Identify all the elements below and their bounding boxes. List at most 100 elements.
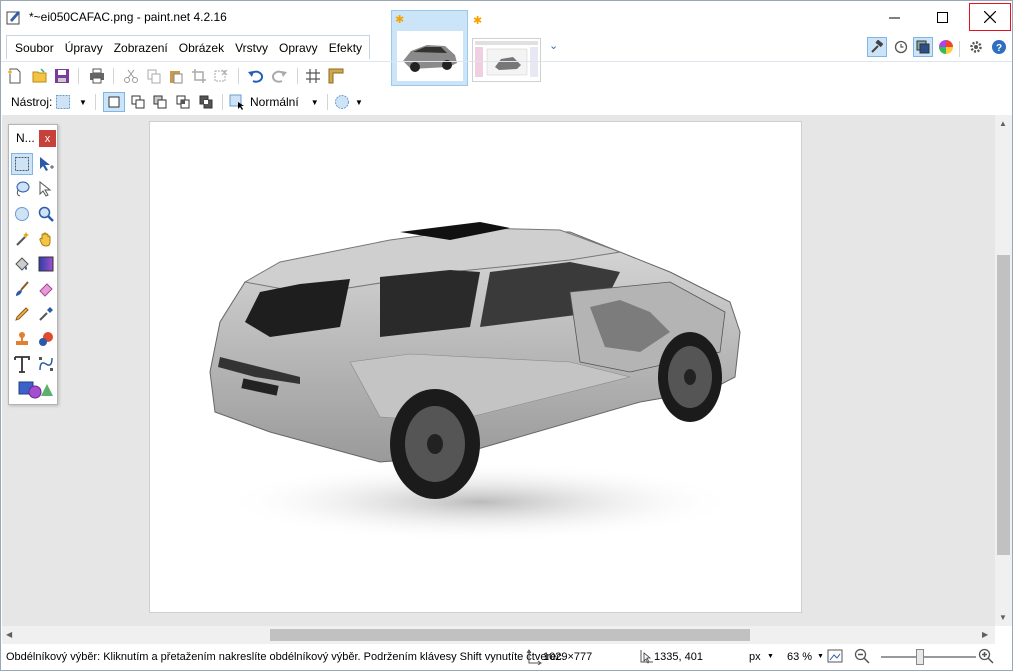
tool-shapes[interactable]	[15, 378, 55, 400]
help-icon: ?	[992, 40, 1006, 54]
colors-icon	[939, 40, 953, 54]
horizontal-scroll-thumb[interactable]	[270, 629, 750, 641]
tool-move-selection[interactable]	[35, 178, 57, 200]
selection-mode-union[interactable]	[127, 92, 149, 112]
selection-mode-exclude[interactable]	[149, 92, 171, 112]
zoom-out-icon[interactable]	[854, 648, 870, 664]
tool-pan[interactable]	[35, 228, 57, 250]
menu-zobrazeni[interactable]: Zobrazení	[110, 37, 172, 59]
tools-window-close-button[interactable]: x	[39, 130, 56, 147]
vertical-scrollbar[interactable]: ▲ ▼	[995, 115, 1012, 626]
tool-selector[interactable]: ▼	[55, 92, 87, 112]
ruler-toggle[interactable]	[326, 66, 346, 86]
save-button[interactable]	[52, 66, 72, 86]
minimize-icon	[888, 17, 900, 18]
menu-vrstvy[interactable]: Vrstvy	[231, 37, 272, 59]
antialias-dropdown[interactable]: ▼	[334, 92, 363, 112]
tools-window-header[interactable]: N... x	[9, 125, 57, 151]
cut-button[interactable]	[121, 66, 141, 86]
tool-rectangle-select[interactable]	[11, 153, 33, 175]
crop-button[interactable]	[189, 66, 209, 86]
tool-paintbrush[interactable]	[11, 278, 33, 300]
menu-soubor[interactable]: Soubor	[11, 37, 58, 59]
deselect-icon	[214, 69, 228, 82]
selection-mode-replace[interactable]	[103, 92, 125, 112]
options-separator	[222, 94, 223, 110]
vertical-scroll-thumb[interactable]	[997, 255, 1010, 555]
scroll-right-icon[interactable]: ▶	[982, 630, 988, 639]
menu-upravy[interactable]: Úpravy	[61, 37, 107, 59]
settings-button[interactable]	[966, 37, 986, 57]
menu-obrazek[interactable]: Obrázek	[175, 37, 228, 59]
grid-toggle[interactable]	[303, 66, 323, 86]
selection-mode-intersect[interactable]	[172, 92, 194, 112]
paintnet-app-icon	[6, 11, 20, 25]
print-button[interactable]	[87, 66, 107, 86]
image-list-dropdown[interactable]: ⌄	[549, 39, 558, 52]
paste-button[interactable]	[166, 66, 186, 86]
menu-bar: Soubor Úpravy Zobrazení Obrázek Vrstvy O…	[6, 35, 371, 59]
tool-magic-wand[interactable]	[11, 228, 33, 250]
units-selector[interactable]: px	[749, 651, 761, 663]
scroll-left-icon[interactable]: ◀	[6, 630, 12, 639]
chevron-down-icon[interactable]: ▼	[817, 653, 824, 660]
maximize-button[interactable]	[919, 1, 965, 33]
chevron-down-icon[interactable]: ▼	[767, 653, 774, 660]
scroll-up-icon[interactable]: ▲	[999, 119, 1007, 128]
tool-pencil[interactable]	[11, 303, 33, 325]
tool-zoom[interactable]	[35, 203, 57, 225]
redo-button[interactable]	[269, 66, 289, 86]
image-canvas[interactable]	[150, 122, 801, 612]
deselect-button[interactable]	[211, 66, 231, 86]
colors-toggle[interactable]	[936, 37, 956, 57]
tool-color-picker[interactable]	[35, 303, 57, 325]
history-icon	[894, 40, 908, 54]
tool-label: Nástroj:	[11, 95, 53, 109]
undo-icon	[248, 70, 264, 83]
minimize-button[interactable]	[871, 1, 917, 33]
history-toggle[interactable]	[891, 37, 911, 57]
save-icon	[55, 69, 69, 83]
gradient-icon	[38, 256, 54, 272]
copy-button[interactable]	[144, 66, 164, 86]
tool-line-curve[interactable]	[35, 353, 57, 375]
zoom-slider-thumb[interactable]	[916, 649, 924, 665]
zoom-value[interactable]: 63 %	[787, 651, 812, 663]
tool-text[interactable]	[11, 353, 33, 375]
car-image	[209, 222, 741, 542]
open-button[interactable]	[30, 66, 50, 86]
menu-efekty[interactable]: Efekty	[325, 37, 366, 59]
zoom-in-icon[interactable]	[978, 648, 994, 664]
selection-union-icon	[131, 95, 145, 109]
tool-gradient[interactable]	[35, 253, 57, 275]
selection-mode-xor[interactable]	[195, 92, 217, 112]
help-button[interactable]: ?	[989, 37, 1009, 57]
modified-marker: ✱	[395, 14, 405, 26]
zoom-slider-track[interactable]	[881, 656, 976, 658]
selection-mode-dropdown[interactable]: Normální ▼	[229, 92, 319, 112]
main-toolbar	[1, 61, 1012, 89]
tool-clone-stamp[interactable]	[11, 328, 33, 350]
recolor-icon	[39, 332, 53, 346]
undo-button[interactable]	[246, 66, 266, 86]
settings-icon	[970, 41, 982, 53]
pencil-icon	[15, 307, 29, 321]
horizontal-scrollbar[interactable]: ◀ ▶	[2, 626, 995, 644]
svg-text:?: ?	[996, 43, 1002, 54]
tools-toggle[interactable]	[867, 37, 887, 57]
menu-opravy[interactable]: Opravy	[275, 37, 322, 59]
tool-move-selected[interactable]	[35, 153, 57, 175]
copy-icon	[147, 69, 161, 84]
tool-paint-bucket[interactable]	[11, 253, 33, 275]
tool-ellipse-select[interactable]	[11, 203, 33, 225]
close-button[interactable]	[969, 3, 1011, 31]
zoom-to-window-icon[interactable]	[827, 648, 843, 664]
options-separator	[95, 94, 96, 110]
tool-lasso-select[interactable]	[11, 178, 33, 200]
tool-eraser[interactable]	[35, 278, 57, 300]
layers-toggle[interactable]	[913, 37, 933, 57]
tool-recolor[interactable]	[35, 328, 57, 350]
new-icon	[8, 68, 21, 84]
new-button[interactable]	[5, 66, 25, 86]
scroll-down-icon[interactable]: ▼	[999, 613, 1007, 622]
